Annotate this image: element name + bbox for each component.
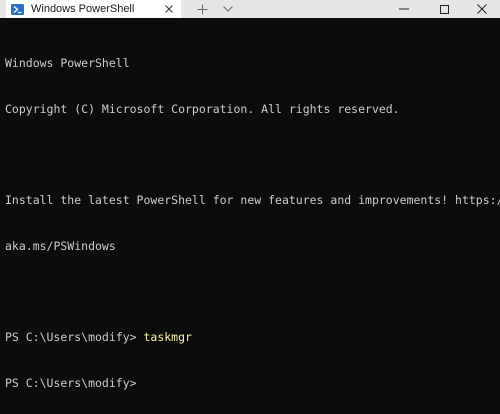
command-text: taskmgr <box>143 329 192 344</box>
header-line: Windows PowerShell <box>5 56 130 71</box>
powershell-icon <box>11 3 24 15</box>
prompt-line: PS C:\Users\modify> taskmgr <box>5 330 495 345</box>
prompt-text: PS C:\Users\modify> <box>5 329 144 344</box>
minimize-icon[interactable] <box>384 0 424 18</box>
maximize-icon[interactable] <box>424 0 464 18</box>
close-icon[interactable] <box>464 0 500 18</box>
install-link-line: aka.ms/PSWindows <box>5 238 116 253</box>
terminal-output[interactable]: Windows PowerShell Copyright (C) Microso… <box>5 26 500 414</box>
title-bar[interactable]: Windows PowerShell <box>0 0 500 18</box>
chevron-down-icon[interactable] <box>217 0 239 18</box>
terminal-window: Windows PowerShell Windows PowerShell Co… <box>0 0 500 414</box>
plus-icon[interactable] <box>187 0 217 18</box>
tab-label: Windows PowerShell <box>31 3 135 15</box>
title-bar-drag-area[interactable] <box>239 0 384 18</box>
prompt-text: PS C:\Users\modify> <box>5 375 137 390</box>
tab-windows-powershell[interactable]: Windows PowerShell <box>6 0 181 18</box>
copyright-line: Copyright (C) Microsoft Corporation. All… <box>5 102 400 116</box>
current-prompt-line[interactable]: PS C:\Users\modify> <box>5 376 495 391</box>
close-icon[interactable] <box>160 0 178 18</box>
install-notice-line: Install the latest PowerShell for new fe… <box>5 193 500 208</box>
